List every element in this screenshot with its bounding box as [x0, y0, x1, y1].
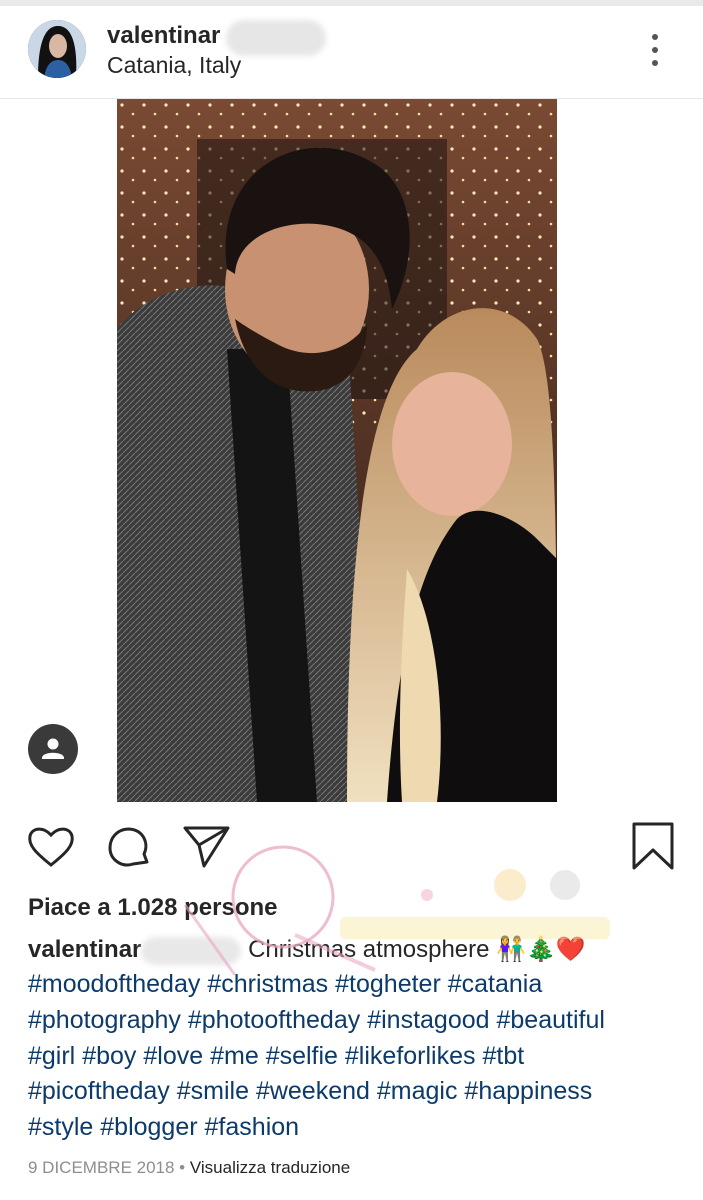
hashtag[interactable]: #photooftheday [188, 1006, 360, 1034]
hashtag[interactable]: #blogger [100, 1113, 197, 1141]
comment-icon[interactable] [104, 822, 154, 872]
caption-username[interactable]: valentinar [28, 936, 141, 963]
hashtag[interactable]: #love [143, 1042, 203, 1070]
hashtag[interactable]: #boy [82, 1042, 136, 1070]
post-meta: 9 DICEMBRE 2018 • Visualizza traduzione [28, 1158, 350, 1178]
hashtag[interactable]: #beautiful [496, 1006, 604, 1034]
bookmark-icon[interactable] [628, 822, 678, 872]
caption: valentinar Christmas atmosphere 👫🎄❤️ [28, 932, 688, 968]
hashtag[interactable]: #fashion [205, 1113, 300, 1141]
post-photo[interactable] [117, 99, 557, 802]
hashtag[interactable]: #magic [377, 1077, 458, 1105]
more-options-icon[interactable] [640, 30, 670, 70]
hashtag[interactable]: #girl [28, 1042, 75, 1070]
hashtag[interactable]: #photography [28, 1006, 181, 1034]
heart-icon[interactable] [26, 822, 76, 872]
meta-separator: • [174, 1158, 190, 1177]
hashtag[interactable]: #weekend [256, 1077, 370, 1105]
hashtag-list: #moodoftheday #christmas #togheter #cata… [28, 967, 693, 1146]
username[interactable]: valentinar [107, 22, 220, 50]
translate-link[interactable]: Visualizza traduzione [190, 1158, 350, 1177]
username-redaction [141, 936, 242, 965]
hashtag[interactable]: #smile [177, 1077, 249, 1105]
hashtag[interactable]: #picoftheday [28, 1077, 170, 1105]
hashtag[interactable]: #me [210, 1042, 259, 1070]
hashtag[interactable]: #likeforlikes [345, 1042, 476, 1070]
post-date: 9 DICEMBRE 2018 [28, 1158, 175, 1177]
share-icon[interactable] [182, 822, 232, 872]
caption-text: Christmas atmosphere 👫🎄❤️ [248, 936, 586, 963]
hashtag[interactable]: #style [28, 1113, 93, 1141]
username-redaction [226, 20, 326, 56]
hashtag[interactable]: #moodoftheday [28, 970, 200, 998]
hashtag[interactable]: #tbt [482, 1042, 524, 1070]
hashtag[interactable]: #instagood [367, 1006, 489, 1034]
likes-count[interactable]: Piace a 1.028 persone [28, 894, 278, 922]
hashtag[interactable]: #christmas [207, 970, 328, 998]
hashtag[interactable]: #selfie [266, 1042, 338, 1070]
hashtag[interactable]: #catania [448, 970, 543, 998]
hashtag[interactable]: #happiness [464, 1077, 592, 1105]
hashtag[interactable]: #togheter [335, 970, 441, 998]
post-header: valentinar Catania, Italy [0, 6, 703, 99]
location[interactable]: Catania, Italy [107, 52, 241, 79]
avatar[interactable] [28, 20, 86, 78]
tag-people-icon[interactable] [28, 724, 78, 774]
